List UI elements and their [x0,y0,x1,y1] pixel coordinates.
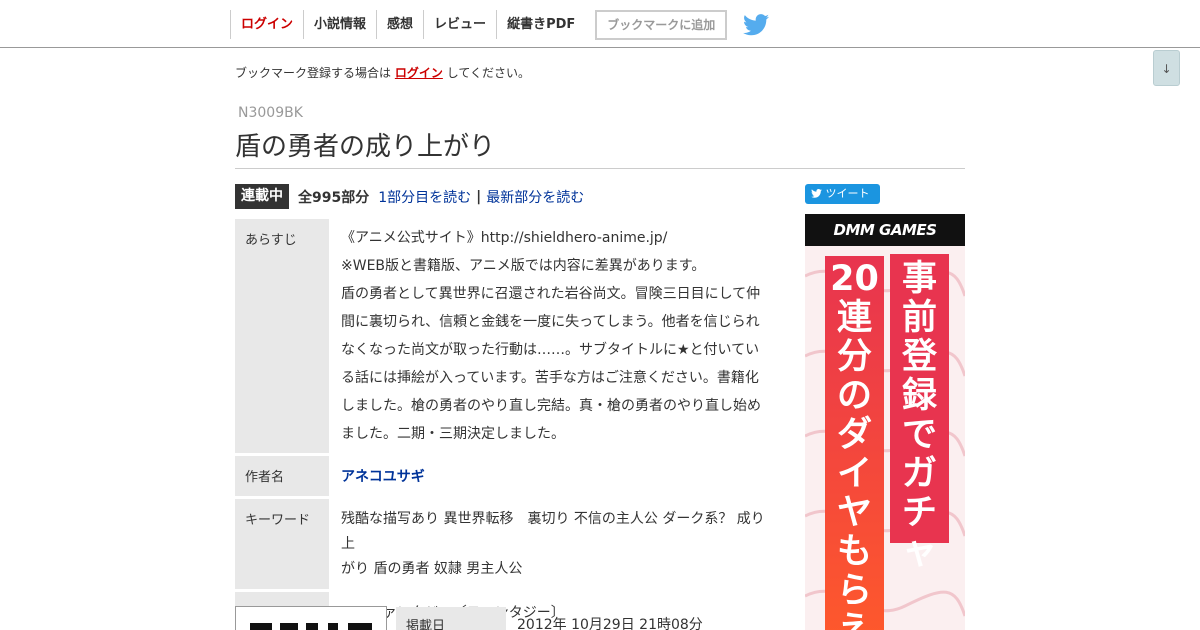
link-separator: | [476,188,482,205]
synopsis-line: しました。槍の勇者のやり直し完結。真・槍の勇者のやり直し始め [341,398,761,414]
nav-login-link[interactable]: ログイン [230,10,303,39]
notice-suffix: してください。 [446,66,530,80]
scroll-down-button[interactable]: ↓ [1153,50,1180,86]
synopsis-line: なくなった尚文が取った行動は……。サブタイトルに★と付いてい [341,342,760,358]
nav-vertical-pdf-link[interactable]: 縦書きPDF [496,10,585,39]
keyword-row: キーワード 残酷な描写あり 異世界転移 裏切り 不信の主人公 ダーク系？ 成り上… [235,499,780,589]
top-nav: ログイン 小説情報 感想 レビュー 縦書きPDF ブックマークに追加 [230,9,770,40]
published-date: 2012年 10月29日 21時08分 [517,617,703,630]
bookmark-login-notice: ブックマーク登録する場合は ログイン してください。 [235,64,530,81]
status-row: 連載中 全995部分 1部分目を読む | 最新部分を読む [235,184,584,209]
keyword-label: キーワード [235,499,329,589]
ad-text-preregister: 事前登録でガチャ [890,254,949,572]
keyword-line: がり 盾の勇者 奴隷 男主人公 [341,561,523,577]
keyword-text: 残酷な描写あり 異世界転移 裏切り 不信の主人公 ダーク系？ 成り上 がり 盾の… [331,499,780,589]
bookmark-add-button[interactable]: ブックマークに追加 [595,9,728,40]
synopsis-line: る話には挿絵が入っています。苦手な方はご注意ください。書籍化 [341,370,759,386]
novel-title: 盾の勇者の成り上がり [235,132,496,162]
notice-login-link[interactable]: ログイン [395,66,443,80]
ad-text-diamonds: 20連分のダイヤもらえる [825,256,884,630]
synopsis-row: あらすじ 《アニメ公式サイト》http://shieldhero-anime.j… [235,219,780,453]
nav-review-link[interactable]: レビュー [423,10,496,39]
author-link[interactable]: アネコユサギ [341,469,425,485]
top-bar: ログイン 小説情報 感想 レビュー 縦書きPDF ブックマークに追加 [0,0,1200,48]
published-row: 掲載日 2012年 10月29日 21時08分 [396,607,714,630]
advertisement-banner[interactable]: DMM GAMES 事前登録でガチャ 20連分のダイヤもらえる [805,214,965,630]
read-first-link[interactable]: 1部分目を読む [378,187,471,207]
novel-info-table: あらすじ 《アニメ公式サイト》http://shieldhero-anime.j… [235,219,780,630]
tweet-label: ツイート [825,187,870,200]
author-label: 作者名 [235,456,329,496]
ncode: N3009BK [238,105,303,121]
ad-brand: DMM GAMES [805,214,965,246]
status-badge: 連載中 [235,184,289,209]
twitter-small-icon [811,189,822,198]
synopsis-line: 《アニメ公式サイト》http://shieldhero-anime.jp/ [341,230,668,246]
author-row: 作者名 アネコユサギ [235,456,780,496]
read-latest-link[interactable]: 最新部分を読む [486,187,584,207]
synopsis-text: 《アニメ公式サイト》http://shieldhero-anime.jp/ ※W… [331,219,780,453]
nav-novel-info-link[interactable]: 小説情報 [303,10,376,39]
published-label: 掲載日 [396,607,506,630]
twitter-icon[interactable] [743,13,770,36]
notice-prefix: ブックマーク登録する場合は [235,66,392,80]
synopsis-line: 間に裏切られ、信頼と金銭を一度に失ってしまう。他者を信じられ [341,314,760,330]
total-parts: 全995部分 [298,189,370,206]
synopsis-line: ※WEB版と書籍版、アニメ版では内容に差異があります。 [341,258,706,274]
qr-code [235,606,387,630]
tweet-button[interactable]: ツイート [805,184,880,204]
synopsis-label: あらすじ [235,219,329,453]
title-divider [235,168,965,169]
synopsis-line: ました。二期・三期決定しました。 [341,426,565,442]
keyword-line: 残酷な描写あり 異世界転移 裏切り 不信の主人公 ダーク系？ 成り上 [341,511,765,552]
synopsis-line: 盾の勇者として異世界に召還された岩谷尚文。冒険三日目にして仲 [341,286,761,302]
nav-impressions-link[interactable]: 感想 [376,10,423,39]
